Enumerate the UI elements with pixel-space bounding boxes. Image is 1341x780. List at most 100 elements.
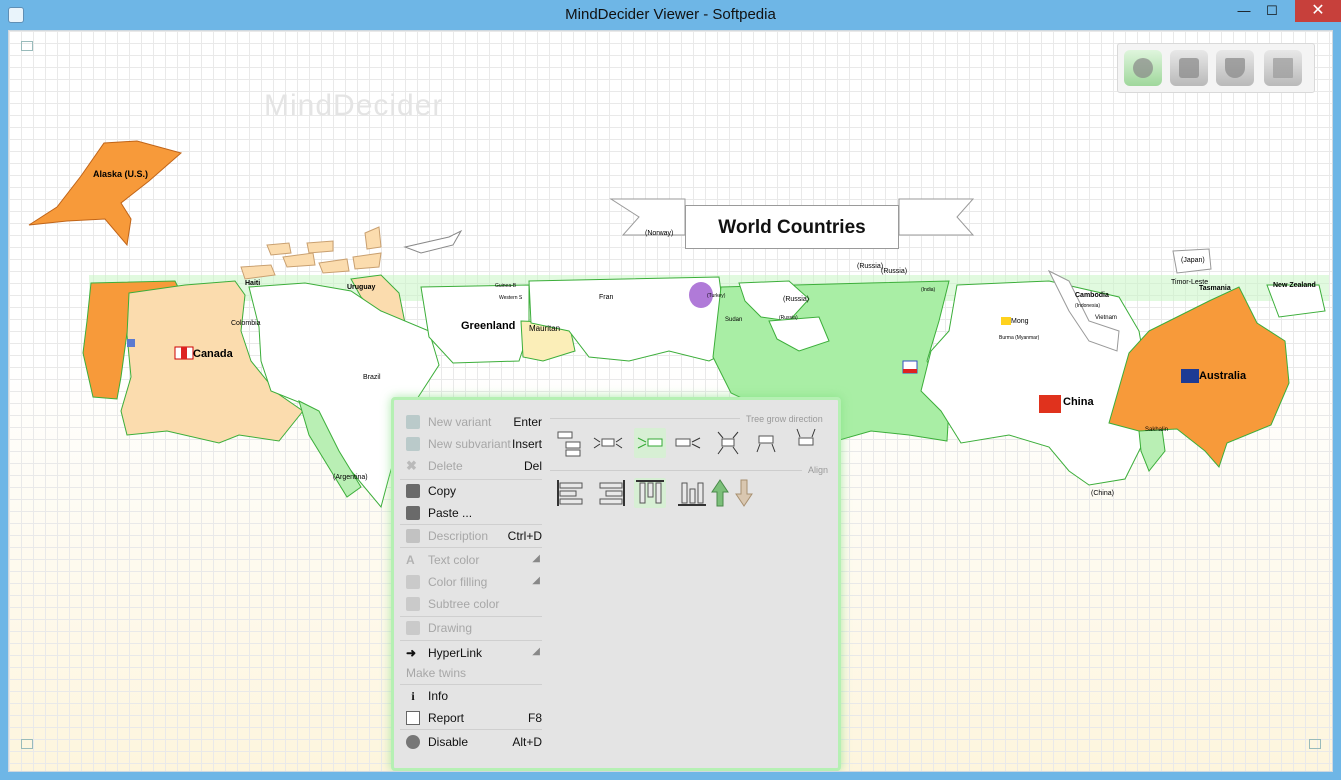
close-button[interactable]: ✕ [1295, 0, 1341, 22]
island-3 [318, 258, 350, 274]
mindmap-canvas[interactable]: MindDecider Alaska (U.S.) Canada Colombi… [8, 30, 1333, 772]
window-frame-bottom [0, 772, 1341, 780]
text-view-button[interactable] [1264, 50, 1302, 86]
submenu-arrow-icon: ◢ [532, 575, 540, 586]
paste-icon [406, 506, 420, 520]
menu-item-subtree-color[interactable]: Subtree color [398, 594, 542, 614]
app-window: MindDecider Viewer - Softpedia — ☐ ✕ Min… [0, 0, 1341, 780]
western-label: Western S [499, 295, 523, 301]
argentina-label: (Argentina) [333, 474, 368, 481]
disable-icon [406, 735, 420, 749]
menu-item-color-filling[interactable]: Color filling ◢ [398, 572, 542, 592]
align-top-button[interactable] [634, 478, 666, 508]
move-down-button[interactable] [734, 478, 754, 508]
grow-down-button[interactable] [554, 428, 586, 458]
menu-item-paste[interactable]: Paste ... [398, 503, 542, 523]
grow-left-icon [637, 437, 663, 449]
vietnam-label: Vietnam [1095, 315, 1117, 321]
menu-item-hyperlink[interactable]: ➜ HyperLink ◢ [398, 643, 542, 663]
russia-flag-stripe [903, 369, 917, 373]
text-view-icon [1273, 58, 1293, 78]
root-topic[interactable]: World Countries [685, 205, 899, 249]
menu-item-delete[interactable]: ✖ Delete Del [398, 456, 542, 476]
grow-right-icon [675, 437, 701, 449]
china-shape [920, 280, 1150, 486]
colombia-label: Colombia [231, 320, 261, 327]
grow-both-horizontal-button[interactable] [592, 428, 624, 458]
title-bar[interactable]: MindDecider Viewer - Softpedia — ☐ ✕ [0, 0, 1341, 30]
sakhalin-label: Sakhalin [1145, 427, 1168, 433]
menu-separator [400, 684, 542, 685]
australia-flag-icon [1181, 369, 1199, 383]
new-subvariant-icon [406, 437, 420, 451]
menu-item-description[interactable]: Description Ctrl+D [398, 526, 542, 546]
island-5 [364, 226, 382, 250]
filter-view-icon [1225, 58, 1245, 78]
menu-item-make-twins[interactable]: Make twins [398, 663, 542, 683]
china-label: China [1063, 396, 1094, 408]
grow-bottom-icon [796, 428, 816, 446]
grow-top-button[interactable] [750, 428, 782, 458]
alaska-shape [28, 140, 183, 247]
haiti-label: Haiti [245, 280, 260, 287]
new-variant-icon [406, 415, 420, 429]
guinea-label: Guinea-B [495, 283, 517, 289]
australia-label: Australia [1199, 370, 1247, 382]
align-bottom-button[interactable] [676, 478, 708, 508]
china-flag-icon [1039, 395, 1061, 413]
island-4 [352, 252, 382, 270]
sudan-label: Sudan [725, 317, 742, 323]
atlantic-island [403, 229, 463, 254]
banner-right-tail [898, 198, 975, 236]
subtree-color-icon [406, 597, 420, 611]
grow-top-icon [756, 435, 776, 453]
canada-label: Canada [193, 348, 234, 360]
menu-separator [400, 729, 542, 730]
menu-separator [400, 547, 542, 548]
grow-bottom-button[interactable] [790, 424, 822, 454]
menu-separator [400, 640, 542, 641]
menu-item-drawing[interactable]: Drawing [398, 618, 542, 638]
mongolia-label: Mong [1011, 318, 1029, 325]
mauritania-label: Mauritan [529, 324, 560, 333]
menu-item-text-color[interactable]: A Text color ◢ [398, 550, 542, 570]
canada-flag-leaf [181, 347, 187, 359]
menu-separator [400, 524, 542, 525]
usa-flag-icon [127, 339, 135, 347]
menu-item-new-variant[interactable]: New variant Enter [398, 412, 542, 432]
india-label: (India) [921, 287, 936, 293]
align-right-button[interactable] [596, 478, 628, 508]
context-menu: New variant Enter New subvariant Insert … [391, 397, 841, 771]
menu-item-copy[interactable]: Copy [398, 481, 542, 501]
mongolia-flag-icon [1001, 317, 1011, 325]
menu-separator [400, 479, 542, 480]
decision-view-button[interactable] [1170, 50, 1208, 86]
mindmap-view-button[interactable] [1124, 50, 1162, 86]
alaska-label: Alaska (U.S.) [93, 169, 148, 179]
panel-divider [550, 418, 740, 419]
minimize-button[interactable]: — [1229, 0, 1259, 22]
hyperlink-arrow-icon: ➜ [406, 646, 417, 660]
align-top-icon [636, 480, 664, 504]
uruguay-label: Uruguay [347, 284, 376, 291]
maximize-button[interactable]: ☐ [1257, 0, 1287, 22]
france-label: Fran [599, 294, 614, 301]
japan-label: (Japan) [1181, 257, 1205, 264]
drawing-icon [406, 621, 420, 635]
menu-separator [400, 616, 542, 617]
grow-left-button[interactable] [634, 428, 666, 458]
align-left-button[interactable] [554, 478, 586, 508]
grow-right-button[interactable] [672, 428, 704, 458]
grow-radial-button[interactable] [712, 428, 744, 458]
cambodia-label: Cambodia [1075, 292, 1109, 299]
panel-divider [550, 470, 802, 471]
filter-view-button[interactable] [1216, 50, 1254, 86]
menu-item-new-subvariant[interactable]: New subvariant Insert [398, 434, 542, 454]
menu-item-disable[interactable]: Disable Alt+D [398, 732, 542, 752]
menu-item-info[interactable]: i Info [398, 686, 542, 706]
norway-label: (Norway) [645, 230, 673, 237]
decision-view-icon [1179, 58, 1199, 78]
move-up-button[interactable] [710, 478, 730, 508]
delete-icon: ✖ [406, 458, 417, 473]
menu-item-report[interactable]: Report F8 [398, 708, 542, 728]
